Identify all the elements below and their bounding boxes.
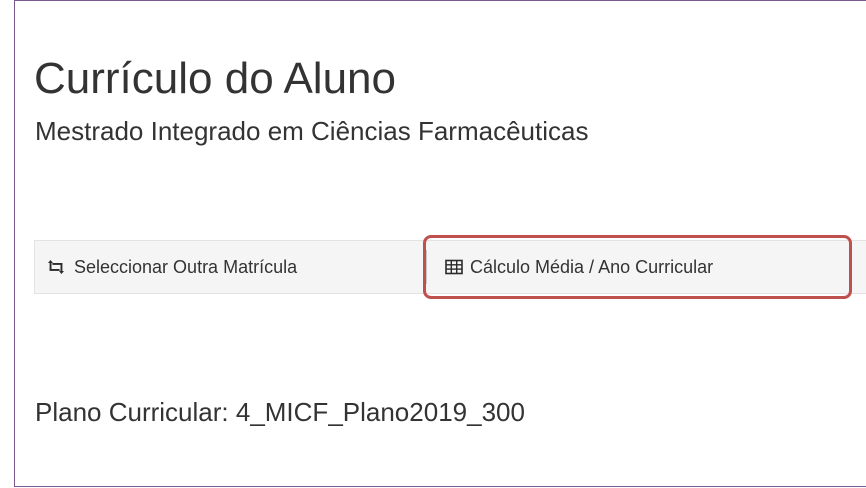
retweet-icon: [45, 259, 67, 275]
action-toolbar: Seleccionar Outra Matrícula Cálculo Médi…: [34, 240, 866, 294]
select-other-enrollment-button[interactable]: Seleccionar Outra Matrícula: [45, 241, 297, 293]
page-title: Currículo do Aluno: [34, 54, 396, 104]
toolbar-divider: [426, 250, 427, 284]
calc-average-button[interactable]: Cálculo Média / Ano Curricular: [445, 241, 713, 293]
calc-average-label: Cálculo Média / Ano Curricular: [470, 256, 714, 277]
course-subtitle: Mestrado Integrado em Ciências Farmacêut…: [35, 116, 589, 146]
select-other-enrollment-label: Seleccionar Outra Matrícula: [74, 256, 298, 277]
curricular-plan-label: Plano Curricular: 4_MICF_Plano2019_300: [35, 397, 525, 427]
table-icon: [445, 259, 463, 275]
